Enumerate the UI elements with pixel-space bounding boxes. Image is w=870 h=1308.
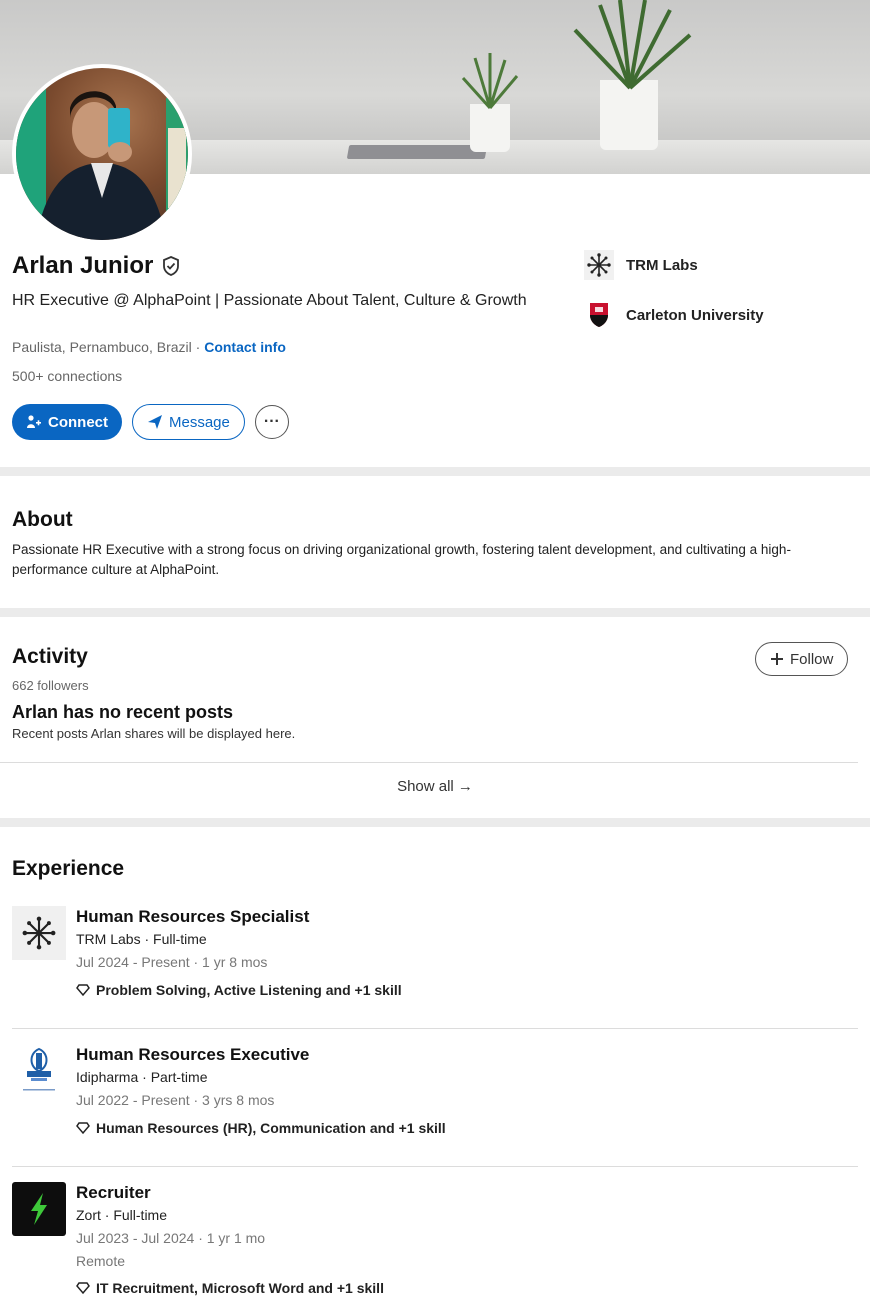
message-button[interactable]: Message: [132, 404, 245, 440]
followers-count: 662 followers: [12, 678, 89, 693]
skills-diamond-icon: [76, 984, 90, 997]
experience-location: Remote: [76, 1253, 126, 1269]
current-company[interactable]: TRM Labs: [584, 250, 698, 280]
experience-dates: Jul 2022 - Present · 3 yrs 8 mos: [76, 1092, 275, 1108]
plus-icon: [771, 653, 783, 665]
experience-title: Recruiter: [76, 1183, 151, 1202]
section-divider: [0, 467, 870, 476]
experience-item[interactable]: Human Resources Executive Idipharma · Pa…: [12, 1044, 858, 1154]
activity-title: Activity: [12, 645, 88, 668]
experience-rule: [12, 1166, 858, 1167]
follow-label: Follow: [790, 650, 834, 668]
skills-text: IT Recruitment, Microsoft Word and +1 sk…: [96, 1280, 384, 1296]
more-ellipsis-icon: ···: [263, 413, 280, 430]
connections-count[interactable]: 500+ connections: [12, 368, 122, 384]
banner-plant-small-leaves: [461, 53, 519, 110]
connect-label: Connect: [48, 413, 108, 431]
profile-location-row: Paulista, Pernambuco, Brazil · Contact i…: [12, 339, 286, 355]
trm-labs-logo-icon: [584, 250, 614, 280]
experience-title: Human Resources Executive: [76, 1045, 310, 1064]
education-school[interactable]: Carleton University: [584, 300, 764, 330]
carleton-university-logo-icon: [584, 300, 614, 330]
section-divider: [0, 608, 870, 617]
experience-company: Idipharma · Part-time: [76, 1069, 208, 1085]
message-label: Message: [169, 413, 230, 431]
send-icon: [148, 415, 162, 429]
experience-company: Zort · Full-time: [76, 1207, 167, 1223]
about-title: About: [12, 508, 73, 531]
contact-info-link[interactable]: Contact info: [204, 339, 286, 355]
experience-item[interactable]: Recruiter Zort · Full-time Jul 2023 - Ju…: [12, 1182, 858, 1306]
about-text: Passionate HR Executive with a strong fo…: [12, 542, 791, 577]
verified-shield-icon[interactable]: [161, 255, 181, 277]
banner-laptop: [346, 145, 488, 159]
profile-headline: HR Executive @ AlphaPoint | Passionate A…: [12, 292, 527, 309]
experience-title: Experience: [12, 857, 125, 880]
experience-details: Human Resources Executive Idipharma · Pa…: [76, 1044, 446, 1136]
experience-rule: [12, 1028, 858, 1029]
more-actions-button[interactable]: ···: [254, 405, 289, 439]
profile-actions: Connect Message ···: [12, 404, 289, 440]
banner-plant-pot-large: [600, 80, 658, 150]
avatar-photo: [16, 68, 188, 240]
idipharma-logo-icon: [12, 1044, 66, 1098]
experience-skills[interactable]: IT Recruitment, Microsoft Word and +1 sk…: [76, 1280, 384, 1296]
experience-details: Recruiter Zort · Full-time Jul 2023 - Ju…: [76, 1182, 384, 1296]
skills-text: Human Resources (HR), Communication and …: [96, 1120, 446, 1136]
profile-location: Paulista, Pernambuco, Brazil: [12, 339, 192, 355]
connect-button[interactable]: Connect: [12, 404, 122, 440]
skills-diamond-icon: [76, 1122, 90, 1135]
skills-text: Problem Solving, Active Listening and +1…: [96, 982, 402, 998]
experience-item[interactable]: Human Resources Specialist TRM Labs · Fu…: [12, 906, 858, 1016]
show-all-activity-link[interactable]: Show all →: [0, 778, 870, 795]
profile-avatar[interactable]: [12, 64, 192, 244]
experience-skills[interactable]: Human Resources (HR), Communication and …: [76, 1120, 446, 1136]
experience-skills[interactable]: Problem Solving, Active Listening and +1…: [76, 982, 402, 998]
skills-diamond-icon: [76, 1282, 90, 1295]
follow-button[interactable]: Follow: [755, 642, 849, 676]
zort-logo-icon: [12, 1182, 66, 1236]
location-separator: ·: [191, 339, 205, 355]
experience-dates: Jul 2024 - Present · 1 yr 8 mos: [76, 954, 268, 970]
no-posts-title: Arlan has no recent posts: [12, 702, 234, 722]
section-divider: [0, 818, 870, 827]
experience-title: Human Resources Specialist: [76, 907, 310, 926]
trm-labs-logo-icon: [12, 906, 66, 960]
experience-details: Human Resources Specialist TRM Labs · Fu…: [76, 906, 402, 998]
name-row: Arlan Junior: [12, 252, 181, 280]
school-name: Carleton University: [626, 306, 764, 324]
banner-plant-large-leaves: [573, 0, 692, 90]
experience-company: TRM Labs · Full-time: [76, 931, 207, 947]
no-posts-subtitle: Recent posts Arlan shares will be displa…: [12, 726, 296, 741]
activity-rule: [0, 762, 858, 763]
profile-name: Arlan Junior: [12, 252, 154, 279]
experience-dates: Jul 2023 - Jul 2024 · 1 yr 1 mo: [76, 1230, 266, 1246]
add-person-icon: [27, 415, 41, 428]
current-company-name: TRM Labs: [626, 256, 698, 274]
